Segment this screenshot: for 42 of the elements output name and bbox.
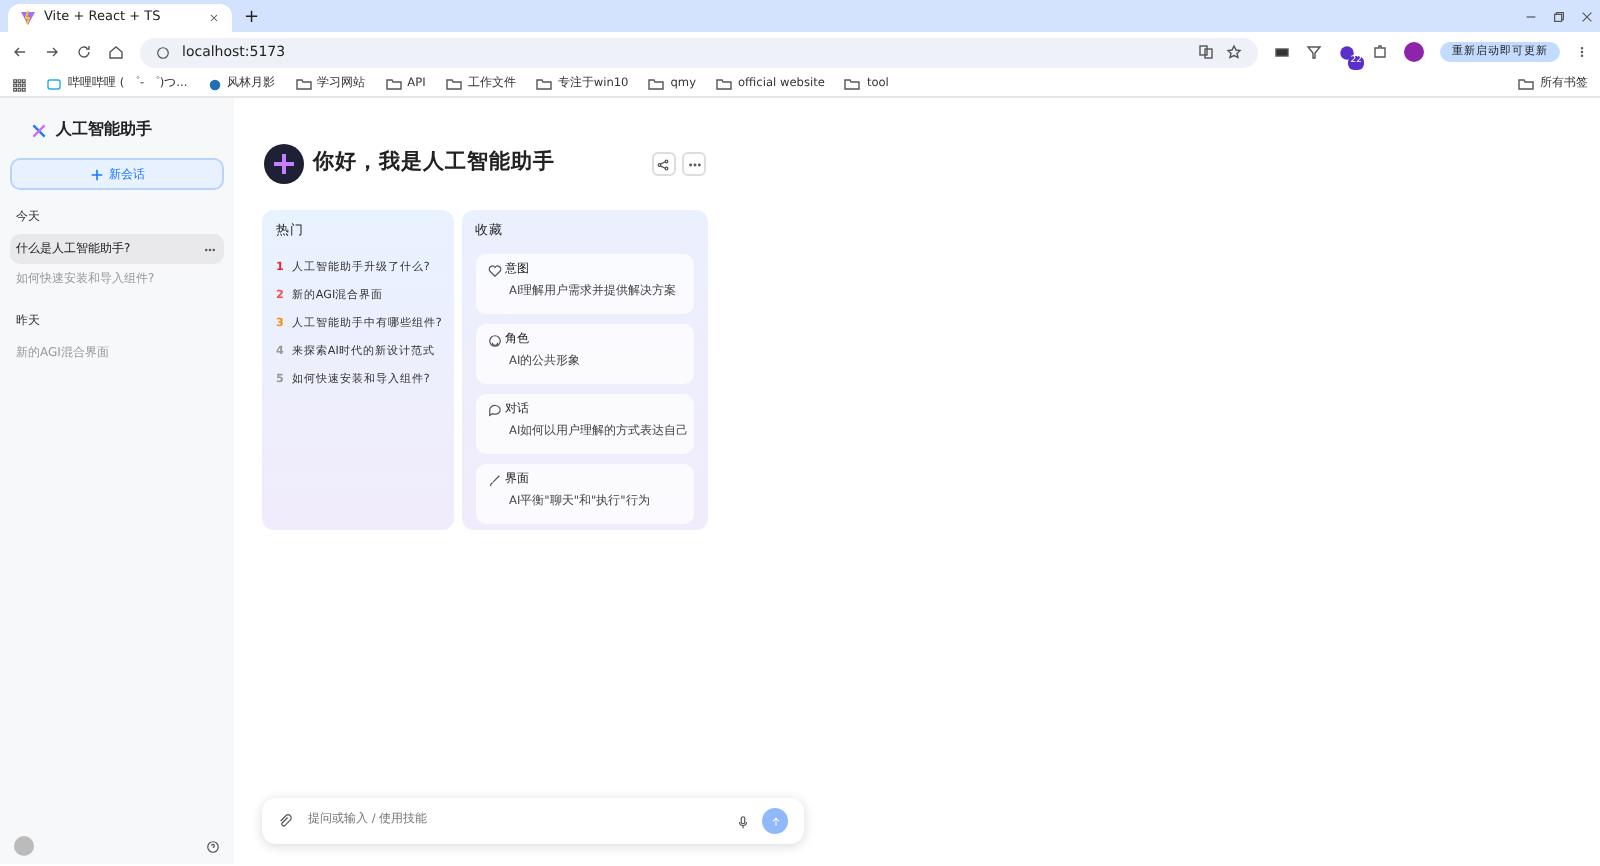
arrow-up-icon: [769, 815, 781, 827]
apps-icon: [12, 77, 26, 91]
tv-icon: [46, 76, 62, 92]
microphone-icon: [736, 813, 750, 829]
folder-icon: [295, 76, 312, 92]
info-icon: [156, 45, 170, 59]
more-icon: [202, 243, 218, 255]
plus-icon: [89, 167, 103, 181]
folder-icon: [716, 76, 733, 92]
folder-icon: [445, 76, 462, 92]
share-icon: [656, 157, 670, 171]
profile-avatar[interactable]: [1404, 42, 1424, 62]
share-button[interactable]: [651, 152, 675, 176]
vite-logo-icon: [20, 10, 36, 26]
assistant-avatar: [262, 142, 306, 186]
brush-icon: [487, 473, 501, 488]
logo-icon: [30, 121, 48, 139]
attachment-icon: [278, 814, 292, 828]
star-icon: [1226, 44, 1242, 60]
greeting-title: 你好，我是人工智能助手: [313, 148, 557, 179]
reload-icon: [76, 44, 92, 60]
folder-icon: [535, 76, 552, 92]
home-icon: [108, 44, 124, 60]
globe-icon: [207, 77, 222, 91]
heart-icon: [487, 263, 501, 278]
back-icon: [12, 44, 28, 60]
restore-icon: [1551, 9, 1565, 23]
folder-icon: [648, 76, 665, 92]
new-tab-button[interactable]: +: [244, 4, 260, 32]
close-icon: [208, 12, 220, 24]
more-icon: [1576, 44, 1588, 60]
close-icon: [1579, 9, 1593, 23]
filter-icon: [1306, 44, 1322, 60]
folder-icon: [844, 76, 861, 92]
comment-icon: [487, 403, 501, 418]
help-icon: [206, 839, 221, 853]
folder-icon: [1518, 76, 1534, 92]
more-button[interactable]: [682, 152, 706, 176]
folder-icon: [385, 76, 402, 92]
translate-icon: [1198, 44, 1214, 60]
app-logo-text: 人工智能助手: [56, 118, 152, 142]
forward-icon: [44, 44, 60, 60]
